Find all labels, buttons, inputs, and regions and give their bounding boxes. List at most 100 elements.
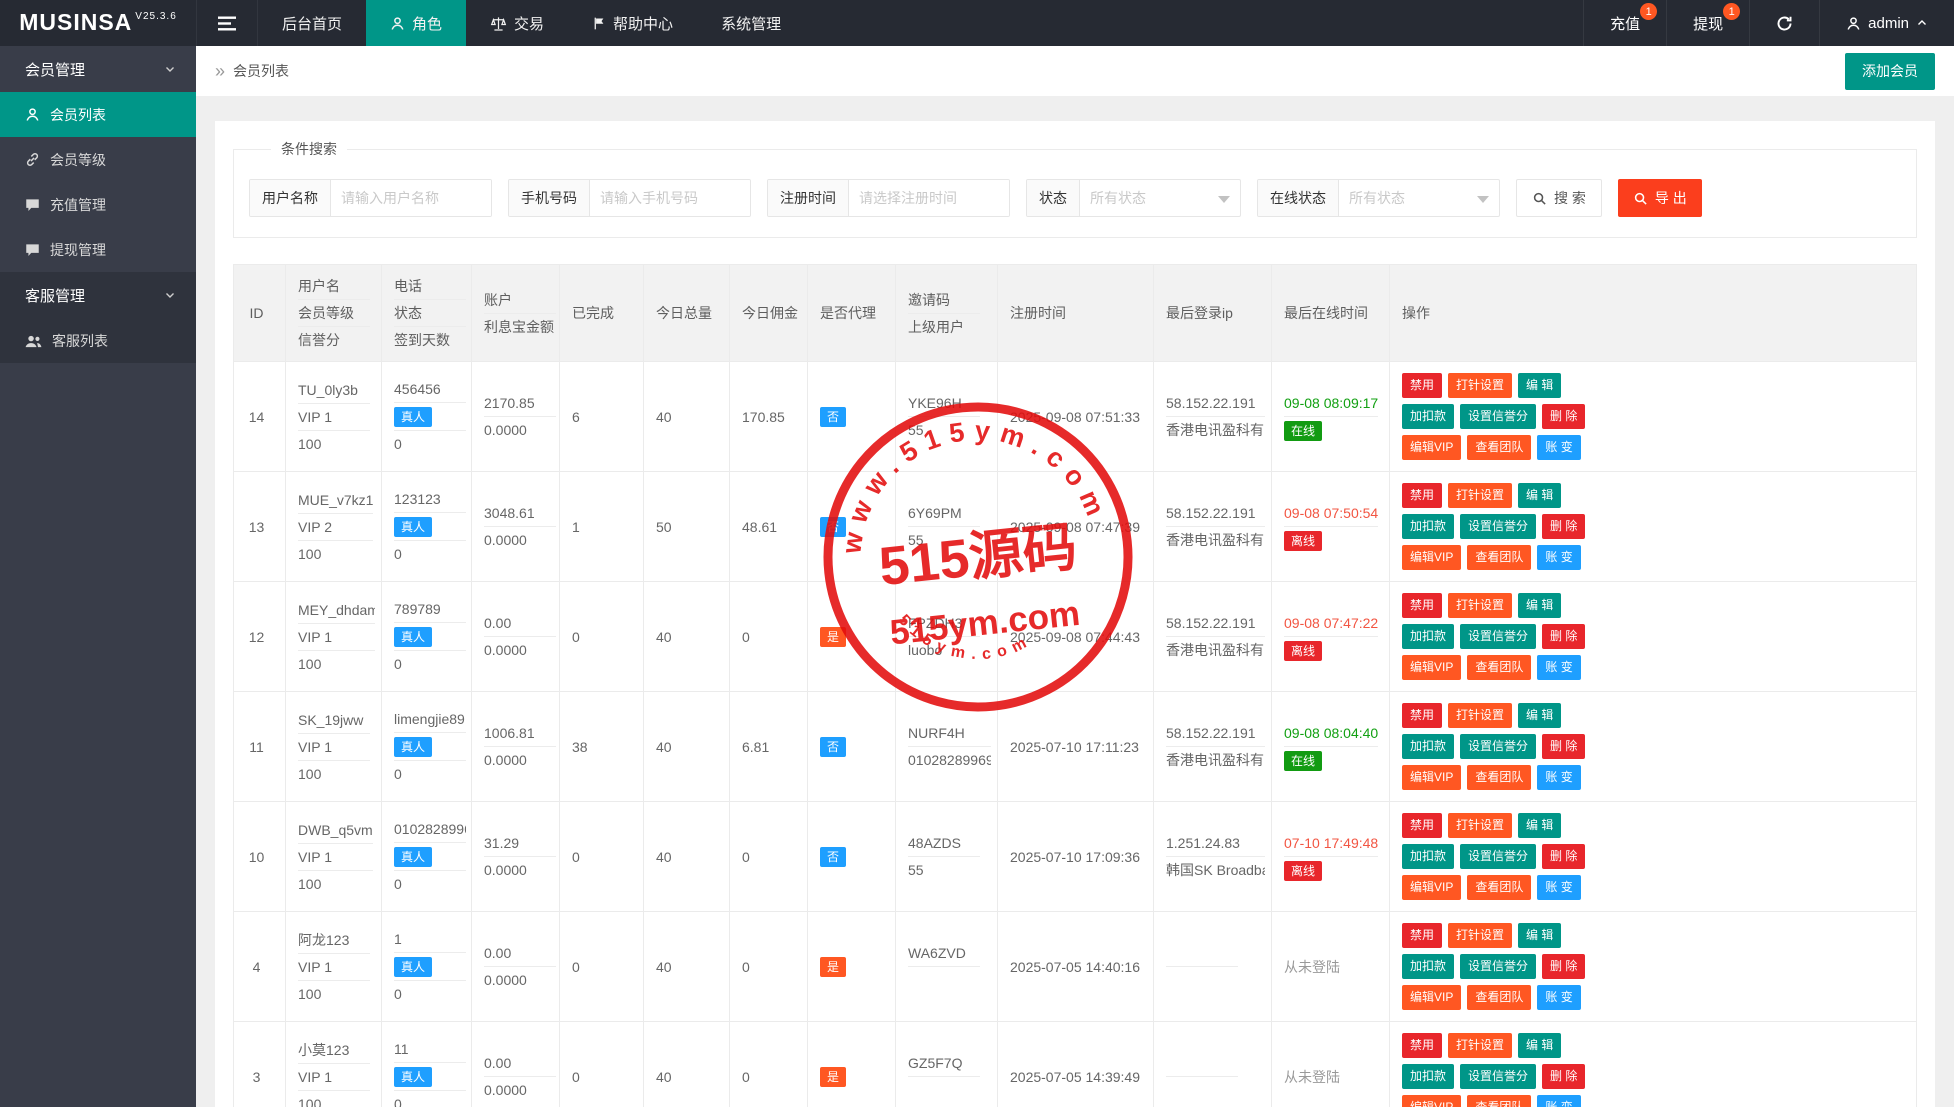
recharge-nav-item[interactable]: 充值 1 xyxy=(1583,0,1666,46)
withdraw-nav-item[interactable]: 提现 1 xyxy=(1666,0,1749,46)
edit-button[interactable]: 编 辑 xyxy=(1518,593,1561,618)
view-team-button[interactable]: 查看团队 xyxy=(1467,435,1531,460)
disable-button[interactable]: 禁用 xyxy=(1402,483,1442,508)
cell-reg-time: 2025-09-08 07:47:39 xyxy=(998,472,1154,582)
account-change-button[interactable]: 账 变 xyxy=(1537,875,1580,900)
view-team-button[interactable]: 查看团队 xyxy=(1467,985,1531,1010)
account-change-button[interactable]: 账 变 xyxy=(1537,655,1580,680)
delete-button[interactable]: 删 除 xyxy=(1542,1064,1585,1089)
injection-settings-button[interactable]: 打针设置 xyxy=(1448,593,1512,618)
injection-settings-button[interactable]: 打针设置 xyxy=(1448,373,1512,398)
account-change-button[interactable]: 账 变 xyxy=(1537,765,1580,790)
logo[interactable]: MUSINSAV25.3.6 xyxy=(0,0,196,46)
sidebar-item-recharge-management[interactable]: 充值管理 xyxy=(0,182,196,227)
adjust-balance-button[interactable]: 加扣款 xyxy=(1402,1064,1454,1089)
stack-line: WA6ZVD xyxy=(908,940,980,967)
view-team-button[interactable]: 查看团队 xyxy=(1467,545,1531,570)
stack-line: 11 xyxy=(394,1036,466,1063)
cell-last-ip: 58.152.22.191香港电讯盈科有限 xyxy=(1154,472,1272,582)
adjust-balance-button[interactable]: 加扣款 xyxy=(1402,624,1454,649)
edit-button[interactable]: 编 辑 xyxy=(1518,373,1561,398)
set-credit-button[interactable]: 设置信誉分 xyxy=(1460,404,1536,429)
sidebar-group-header-member-management[interactable]: 会员管理 xyxy=(0,46,196,92)
user-menu[interactable]: admin xyxy=(1819,0,1954,46)
disable-button[interactable]: 禁用 xyxy=(1402,593,1442,618)
delete-button[interactable]: 删 除 xyxy=(1542,844,1585,869)
edit-vip-button[interactable]: 编辑VIP xyxy=(1402,765,1461,790)
view-team-button[interactable]: 查看团队 xyxy=(1467,765,1531,790)
account-change-button[interactable]: 账 变 xyxy=(1537,985,1580,1010)
injection-settings-button[interactable]: 打针设置 xyxy=(1448,813,1512,838)
edit-button[interactable]: 编 辑 xyxy=(1518,923,1561,948)
adjust-balance-button[interactable]: 加扣款 xyxy=(1402,514,1454,539)
online-status-select[interactable]: 所有状态 xyxy=(1339,180,1499,216)
edit-button[interactable]: 编 辑 xyxy=(1518,483,1561,508)
set-credit-button[interactable]: 设置信誉分 xyxy=(1460,514,1536,539)
sidebar-item-member-list[interactable]: 会员列表 xyxy=(0,92,196,137)
export-button[interactable]: 导 出 xyxy=(1618,179,1702,217)
injection-settings-button[interactable]: 打针设置 xyxy=(1448,923,1512,948)
account-change-button[interactable]: 账 变 xyxy=(1537,1095,1580,1107)
stack-line: 100 xyxy=(298,871,373,897)
nav-item-help-center[interactable]: 帮助中心 xyxy=(568,0,697,46)
set-credit-button[interactable]: 设置信誉分 xyxy=(1460,954,1536,979)
adjust-balance-button[interactable]: 加扣款 xyxy=(1402,734,1454,759)
disable-button[interactable]: 禁用 xyxy=(1402,373,1442,398)
nav-item-home[interactable]: 后台首页 xyxy=(258,0,366,46)
injection-settings-button[interactable]: 打针设置 xyxy=(1448,1033,1512,1058)
nav-item-trade[interactable]: 交易 xyxy=(466,0,568,46)
disable-button[interactable]: 禁用 xyxy=(1402,703,1442,728)
sidebar-item-label: 会员列表 xyxy=(50,105,106,125)
view-team-button[interactable]: 查看团队 xyxy=(1467,875,1531,900)
disable-button[interactable]: 禁用 xyxy=(1402,923,1442,948)
set-credit-button[interactable]: 设置信誉分 xyxy=(1460,844,1536,869)
adjust-balance-button[interactable]: 加扣款 xyxy=(1402,844,1454,869)
search-button[interactable]: 搜 索 xyxy=(1516,179,1602,217)
set-credit-button[interactable]: 设置信誉分 xyxy=(1460,734,1536,759)
sidebar-item-member-level[interactable]: 会员等级 xyxy=(0,137,196,182)
account-change-button[interactable]: 账 变 xyxy=(1537,435,1580,460)
delete-button[interactable]: 删 除 xyxy=(1542,954,1585,979)
nav-item-role[interactable]: 角色 xyxy=(366,0,466,46)
disable-button[interactable]: 禁用 xyxy=(1402,1033,1442,1058)
injection-settings-button[interactable]: 打针设置 xyxy=(1448,483,1512,508)
edit-vip-button[interactable]: 编辑VIP xyxy=(1402,655,1461,680)
edit-button[interactable]: 编 辑 xyxy=(1518,1033,1561,1058)
phone-input[interactable] xyxy=(590,180,750,216)
stacked-cell: 456456真人0 xyxy=(394,376,466,457)
sidebar-item-service-list[interactable]: 客服列表 xyxy=(0,318,196,363)
delete-button[interactable]: 删 除 xyxy=(1542,404,1585,429)
delete-button[interactable]: 删 除 xyxy=(1542,514,1585,539)
stack-line: 09-08 08:04:40 xyxy=(1284,720,1378,747)
delete-button[interactable]: 删 除 xyxy=(1542,624,1585,649)
edit-vip-button[interactable]: 编辑VIP xyxy=(1402,985,1461,1010)
cell-today-total: 40 xyxy=(644,912,730,1022)
set-credit-button[interactable]: 设置信誉分 xyxy=(1460,624,1536,649)
delete-button[interactable]: 删 除 xyxy=(1542,734,1585,759)
edit-button[interactable]: 编 辑 xyxy=(1518,813,1561,838)
sidebar-item-withdraw-management[interactable]: 提现管理 xyxy=(0,227,196,272)
action-button-line: 编辑VIP 查看团队账 变 xyxy=(1402,1092,1910,1107)
edit-vip-button[interactable]: 编辑VIP xyxy=(1402,875,1461,900)
username-input[interactable] xyxy=(331,180,491,216)
set-credit-button[interactable]: 设置信誉分 xyxy=(1460,1064,1536,1089)
edit-vip-button[interactable]: 编辑VIP xyxy=(1402,545,1461,570)
refresh-button[interactable] xyxy=(1749,0,1819,46)
edit-vip-button[interactable]: 编辑VIP xyxy=(1402,1095,1461,1107)
sidebar-group-header-service-management[interactable]: 客服管理 xyxy=(0,272,196,318)
view-team-button[interactable]: 查看团队 xyxy=(1467,655,1531,680)
account-change-button[interactable]: 账 变 xyxy=(1537,545,1580,570)
edit-button[interactable]: 编 辑 xyxy=(1518,703,1561,728)
nav-item-system[interactable]: 系统管理 xyxy=(697,0,805,46)
view-team-button[interactable]: 查看团队 xyxy=(1467,1095,1531,1107)
injection-settings-button[interactable]: 打针设置 xyxy=(1448,703,1512,728)
stack-line: TU_0ly3b xyxy=(298,377,370,404)
edit-vip-button[interactable]: 编辑VIP xyxy=(1402,435,1461,460)
regtime-input[interactable] xyxy=(849,180,1009,216)
disable-button[interactable]: 禁用 xyxy=(1402,813,1442,838)
adjust-balance-button[interactable]: 加扣款 xyxy=(1402,954,1454,979)
adjust-balance-button[interactable]: 加扣款 xyxy=(1402,404,1454,429)
add-member-button[interactable]: 添加会员 xyxy=(1845,53,1935,90)
status-select[interactable]: 所有状态 xyxy=(1080,180,1240,216)
hamburger-menu-icon[interactable] xyxy=(196,0,258,46)
